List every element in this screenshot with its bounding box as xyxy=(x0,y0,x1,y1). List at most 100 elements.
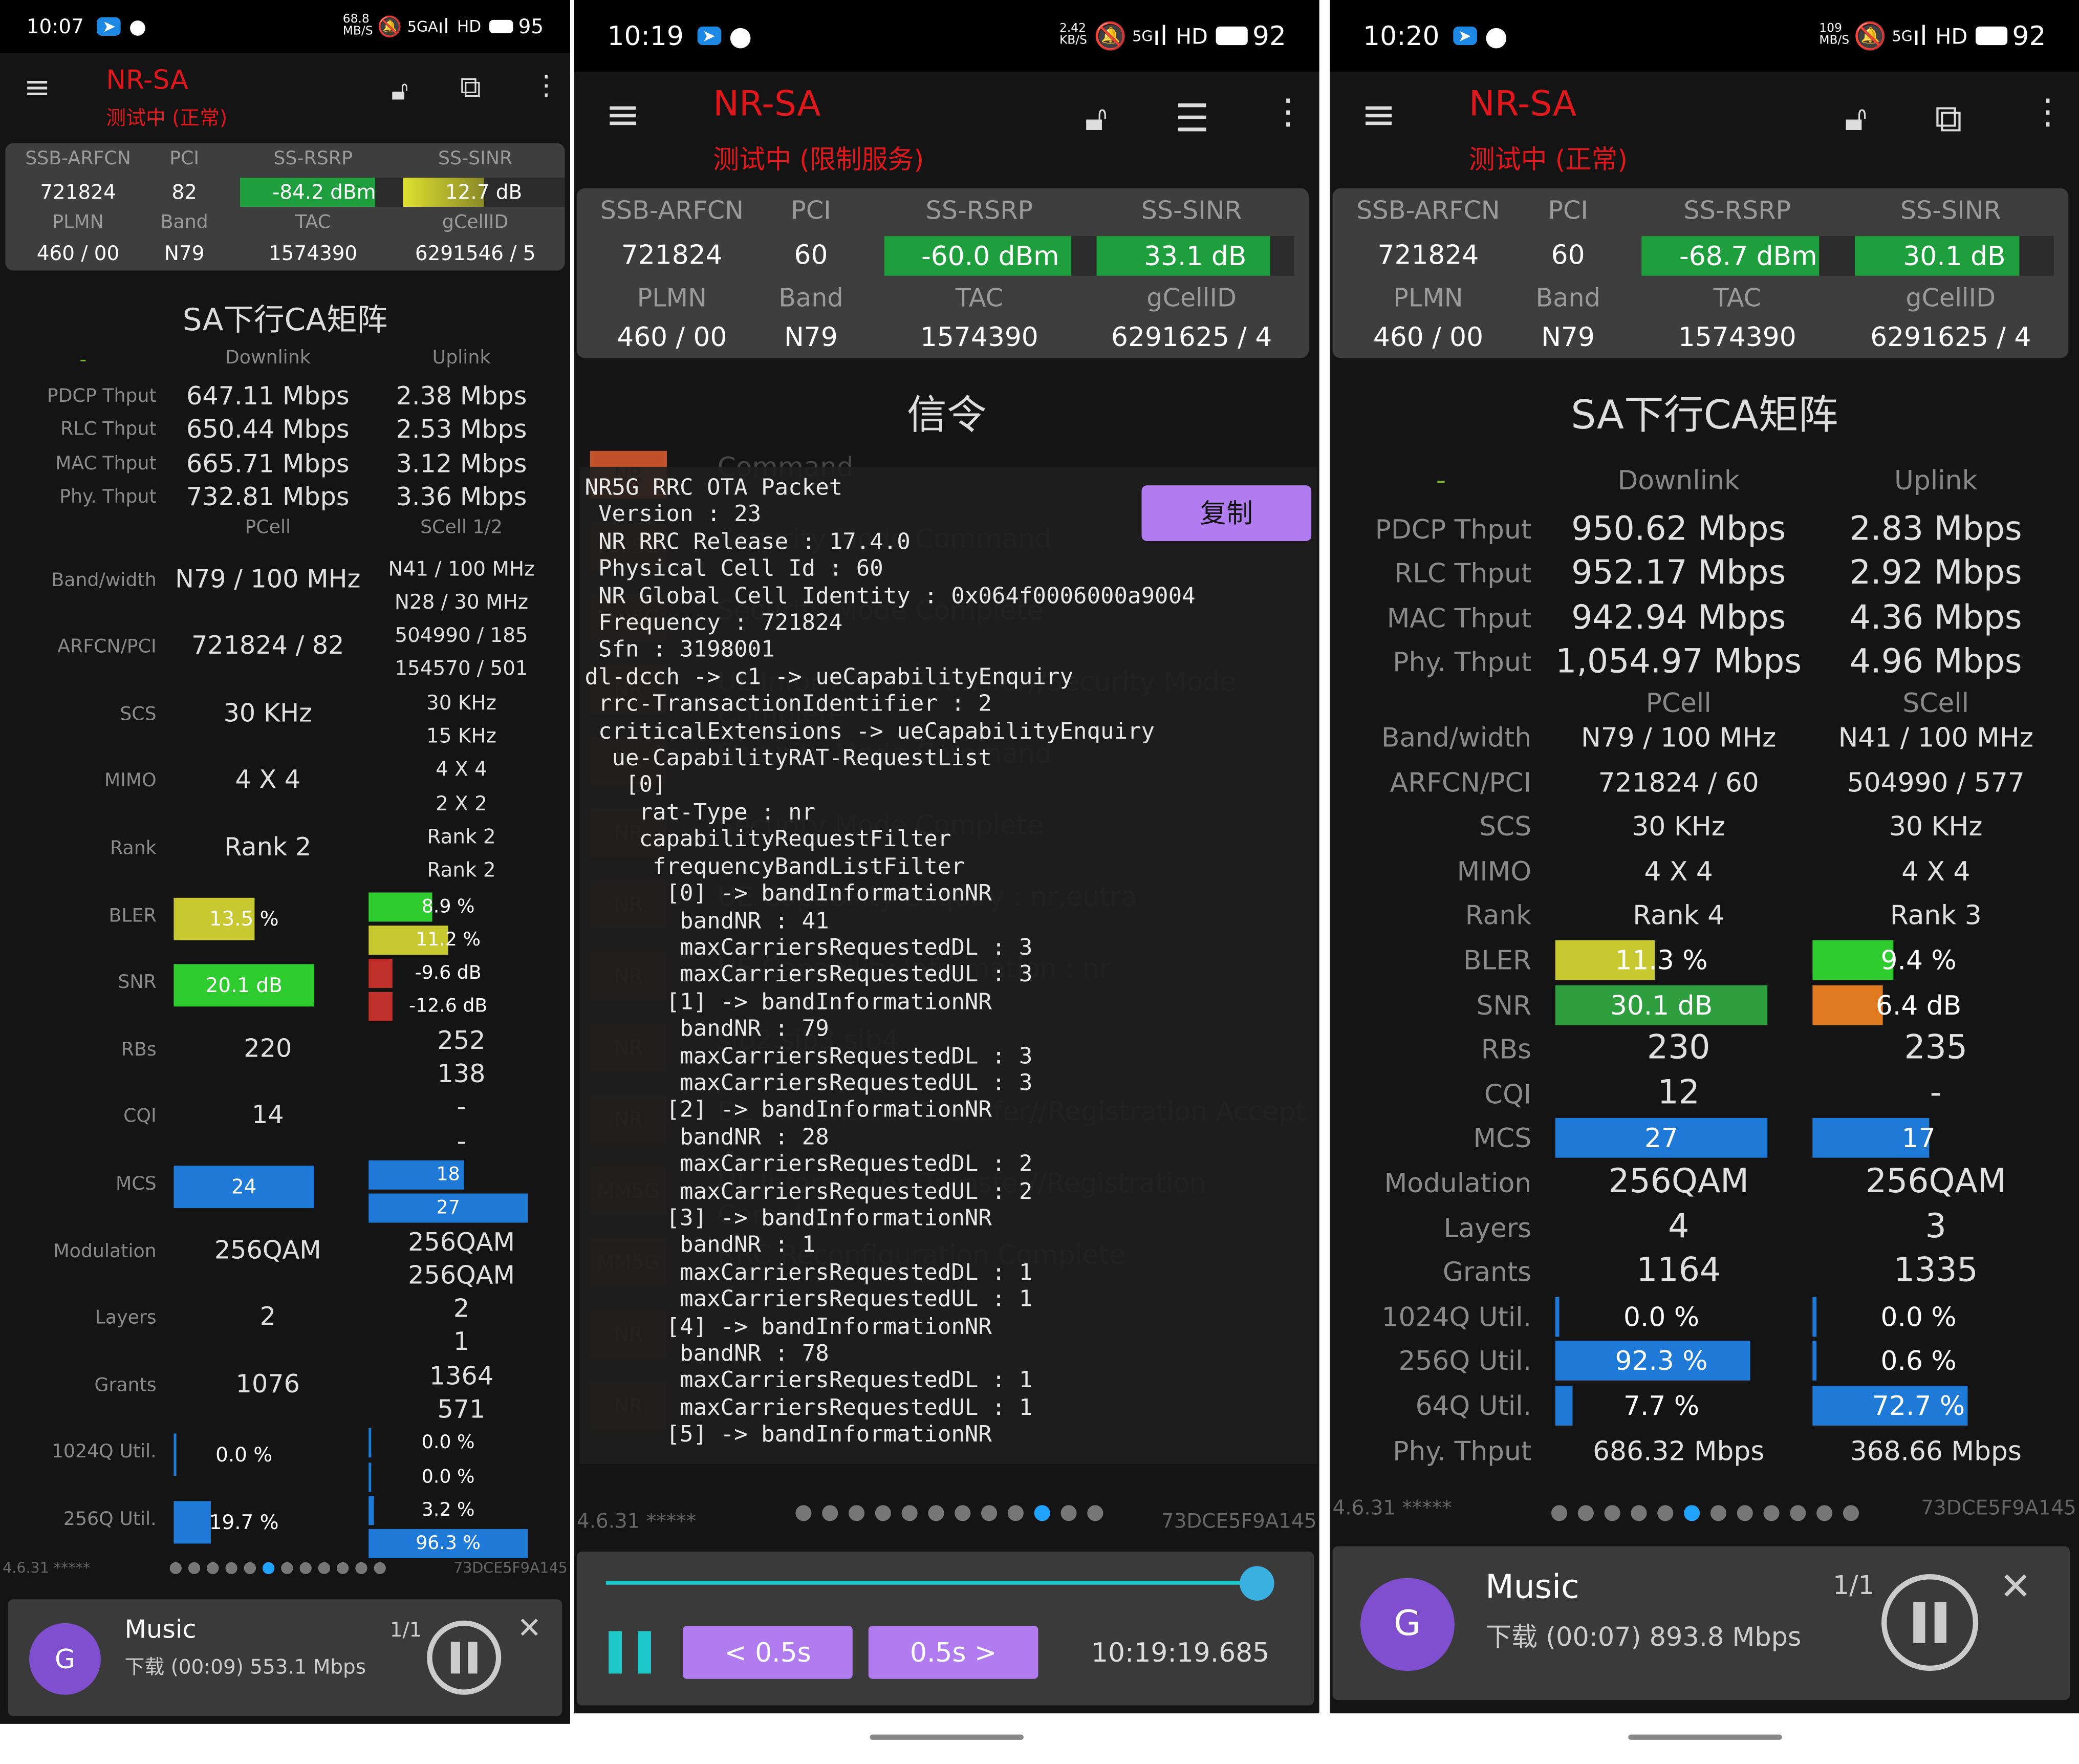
page-dot[interactable] xyxy=(318,1562,331,1575)
page-dot[interactable] xyxy=(1790,1505,1806,1521)
page-dot[interactable] xyxy=(1060,1505,1077,1521)
page-indicator[interactable] xyxy=(169,1562,386,1575)
menu-icon[interactable]: ≡ xyxy=(605,95,640,137)
page-dot[interactable] xyxy=(981,1505,998,1521)
scell-bar: 0.0 % xyxy=(1812,1297,2024,1337)
page-dot[interactable] xyxy=(928,1505,944,1521)
page-dot[interactable] xyxy=(1710,1505,1726,1521)
thput-label: RLC Thput xyxy=(1394,557,1532,589)
page-dot[interactable] xyxy=(355,1562,367,1575)
home-indicator[interactable] xyxy=(1627,1734,1782,1740)
page-dot[interactable] xyxy=(244,1562,256,1575)
row-label: CQI xyxy=(123,1106,157,1128)
home-indicator[interactable] xyxy=(870,1734,1024,1740)
page-indicator[interactable] xyxy=(1551,1505,1859,1521)
page-dot[interactable] xyxy=(1737,1505,1753,1521)
pause-button[interactable] xyxy=(1881,1574,1979,1671)
page-dot[interactable] xyxy=(188,1562,201,1575)
music-notification[interactable]: G Music 下载 (00:07) 893.8 Mbps 1/1 ✕ xyxy=(1332,1546,2070,1701)
page-dot[interactable] xyxy=(169,1562,182,1575)
pcell-value: 0.0 % xyxy=(1623,1300,1700,1333)
step-forward-button[interactable]: 0.5s > xyxy=(868,1626,1038,1679)
page-dot[interactable] xyxy=(1843,1505,1859,1521)
page-dot[interactable] xyxy=(1684,1505,1700,1521)
page-dot[interactable] xyxy=(955,1505,971,1521)
lock-icon[interactable]: 🔓︎ xyxy=(1085,99,1107,140)
filter-icon[interactable]: ☰ xyxy=(1175,96,1209,141)
page-dot[interactable] xyxy=(1763,1505,1780,1521)
open-external-icon[interactable]: ⧉ xyxy=(460,72,481,105)
pcell-bar: 0.0 % xyxy=(174,1434,314,1477)
packet-line: [5] -> bandInformationNR xyxy=(584,1422,992,1449)
open-external-icon[interactable]: ⧉ xyxy=(1935,96,1962,142)
gcellid-value: 6291625 / 4 xyxy=(1111,320,1272,353)
scell-value: Rank 2 xyxy=(427,825,496,849)
scell-value: - xyxy=(457,1093,466,1123)
pcell-bar: 24 xyxy=(174,1165,314,1208)
packet-line: bandNR : 1 xyxy=(584,1232,816,1259)
row-label: 1024Q Util. xyxy=(51,1442,157,1464)
scell-bar: 18 xyxy=(369,1160,528,1190)
menu-icon[interactable]: ≡ xyxy=(1361,95,1396,137)
music-notification[interactable]: G Music 下载 (00:09) 553.1 Mbps 1/1 ✕ xyxy=(8,1599,562,1716)
page-dot[interactable] xyxy=(281,1562,293,1575)
page-dot[interactable] xyxy=(1631,1505,1647,1521)
close-icon[interactable]: ✕ xyxy=(517,1612,542,1646)
packet-line: Frequency : 721824 xyxy=(584,610,843,637)
step-back-button[interactable]: < 0.5s xyxy=(683,1626,853,1679)
more-options-icon[interactable]: ⋮ xyxy=(533,69,559,101)
pause-button[interactable] xyxy=(427,1620,502,1695)
close-icon[interactable]: ✕ xyxy=(2000,1564,2032,1609)
page-dot[interactable] xyxy=(822,1505,838,1521)
row-label: Layers xyxy=(95,1307,157,1329)
sinr-bar: 12.7 dB xyxy=(402,178,565,207)
header-tac: TAC xyxy=(295,212,331,233)
scell-bar: 6.4 dB xyxy=(1812,984,2024,1025)
pcell-value: 721824 / 60 xyxy=(1598,766,1759,798)
thput-label: PDCP Thput xyxy=(1375,512,1532,545)
packet-line: [0] -> bandInformationNR xyxy=(584,880,992,908)
signal-bars-icon: ıl xyxy=(1153,19,1168,52)
lock-icon[interactable]: 🔓︎ xyxy=(391,74,408,106)
more-options-icon[interactable]: ⋮ xyxy=(2030,93,2065,133)
progress-track[interactable] xyxy=(605,1580,1269,1585)
page-dot[interactable] xyxy=(1007,1505,1024,1521)
pcell-bar: 13.5 % xyxy=(174,897,314,940)
page-dot[interactable] xyxy=(1816,1505,1833,1521)
lock-icon[interactable]: 🔓︎ xyxy=(1845,99,1867,140)
page-dot[interactable] xyxy=(299,1562,312,1575)
page-dot[interactable] xyxy=(1604,1505,1620,1521)
status-bar: 10:19 ➤ ● 2.42 KB/S 🔕 5G ıl HD 92 xyxy=(574,0,1319,72)
copy-button[interactable]: 复制 xyxy=(1141,485,1312,541)
page-dot[interactable] xyxy=(1577,1505,1594,1521)
row-label: Rank xyxy=(110,837,157,859)
packet-line: bandNR : 41 xyxy=(584,908,829,935)
page-dot[interactable] xyxy=(262,1562,275,1575)
tac-value: 1574390 xyxy=(920,320,1038,353)
status-bar: 10:20 ➤ ● 109 MB/S 🔕 5G ıl HD 92 xyxy=(1330,0,2079,72)
packet-line: maxCarriersRequestedDL : 1 xyxy=(584,1367,1033,1394)
page-dot[interactable] xyxy=(795,1505,812,1521)
page-dot[interactable] xyxy=(225,1562,237,1575)
page-dot[interactable] xyxy=(374,1562,386,1575)
row-label: Modulation xyxy=(53,1240,157,1262)
page-dot[interactable] xyxy=(901,1505,918,1521)
menu-icon[interactable]: ≡ xyxy=(24,72,51,103)
thput-uplink: 3.12 Mbps xyxy=(396,448,527,478)
battery-level: 95 xyxy=(518,14,544,39)
page-dot[interactable] xyxy=(848,1505,865,1521)
pause-icon[interactable] xyxy=(609,1631,651,1674)
page-dot[interactable] xyxy=(1034,1505,1050,1521)
page-dot[interactable] xyxy=(1087,1505,1103,1521)
scell-value: 256QAM xyxy=(408,1261,515,1290)
page-dot[interactable] xyxy=(1551,1505,1568,1521)
progress-thumb[interactable] xyxy=(1240,1566,1274,1601)
page-dot[interactable] xyxy=(207,1562,219,1575)
header-tac: TAC xyxy=(955,284,1004,313)
page-indicator[interactable] xyxy=(795,1505,1103,1521)
more-options-icon[interactable]: ⋮ xyxy=(1271,93,1306,133)
page-dot[interactable] xyxy=(1657,1505,1674,1521)
page-dot[interactable] xyxy=(337,1562,349,1575)
page-dot[interactable] xyxy=(875,1505,891,1521)
packet-line: bandNR : 79 xyxy=(584,1016,829,1043)
